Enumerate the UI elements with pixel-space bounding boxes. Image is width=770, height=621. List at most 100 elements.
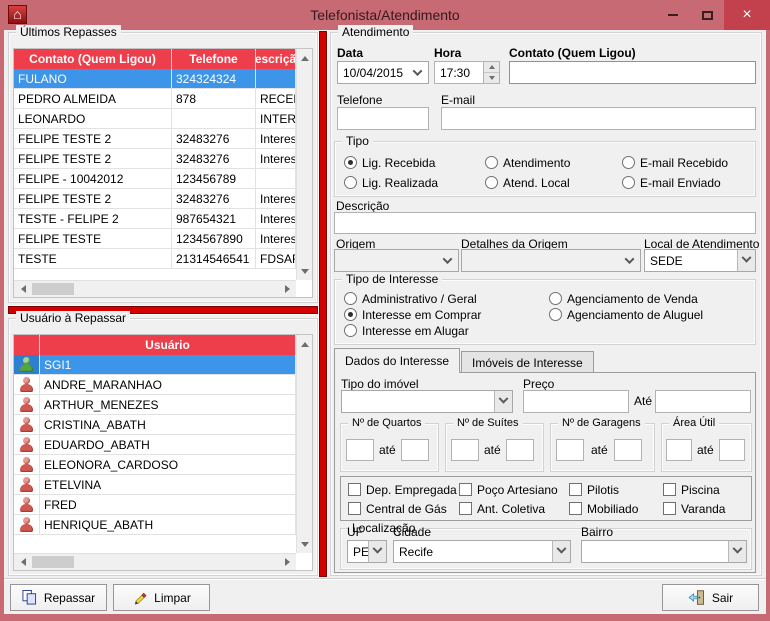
scrollbar-thumb[interactable] (32, 283, 74, 295)
area-de-input[interactable] (666, 439, 692, 461)
table-row[interactable]: FELIPE TESTE 1234567890 Interes (14, 229, 296, 249)
checkbox-label: Central de Gás (366, 502, 447, 516)
radio-interesse-alugar[interactable]: Interesse em Alugar (344, 323, 469, 338)
repassar-button[interactable]: Repassar (10, 584, 107, 611)
tipo-imovel-combobox[interactable] (341, 390, 513, 413)
table-row[interactable]: TESTE 21314546541 FDSAF (14, 249, 296, 269)
checkbox-piscina[interactable]: Piscina (663, 482, 720, 497)
combo-arrow-button[interactable] (728, 541, 746, 562)
scrollbar-thumb[interactable] (32, 556, 74, 568)
column-header-descricao[interactable]: escriçã (256, 49, 296, 69)
telefone-input[interactable] (337, 107, 429, 130)
close-button[interactable]: × (724, 0, 770, 30)
hora-spinner[interactable]: 17:30 (434, 61, 500, 84)
vertical-scrollbar[interactable] (296, 49, 312, 280)
uf-combobox[interactable]: PE (347, 540, 387, 563)
column-header-user-icon[interactable] (14, 335, 40, 355)
scroll-left-icon[interactable] (16, 281, 30, 297)
minimize-button[interactable] (656, 0, 690, 30)
list-item[interactable]: CRISTINA_ABATH (14, 415, 296, 435)
scroll-down-icon[interactable] (297, 264, 313, 278)
combo-arrow-button[interactable] (737, 250, 755, 271)
table-row[interactable]: FULANO 324324324 (14, 69, 296, 89)
data-combobox[interactable]: 10/04/2015 (337, 61, 429, 84)
cidade-combobox[interactable]: Recife (393, 540, 571, 563)
radio-administrativo-geral[interactable]: Administrativo / Geral (344, 291, 477, 306)
radio-interesse-comprar[interactable]: Interesse em Comprar (344, 307, 481, 322)
table-row[interactable]: LEONARDO INTERI (14, 109, 296, 129)
scroll-left-icon[interactable] (16, 554, 30, 570)
scroll-up-icon[interactable] (297, 337, 313, 351)
checkbox-pilotis[interactable]: Pilotis (569, 482, 619, 497)
limpar-button[interactable]: Limpar (113, 584, 210, 611)
radio-agenciamento-aluguel[interactable]: Agenciamento de Aluguel (549, 307, 703, 322)
suites-ate-input[interactable] (506, 439, 534, 461)
horizontal-scrollbar[interactable] (14, 553, 296, 570)
garagens-ate-input[interactable] (614, 439, 642, 461)
radio-email-recebido[interactable]: E-mail Recebido (622, 155, 728, 170)
quartos-de-input[interactable] (346, 439, 374, 461)
list-item[interactable]: ELEONORA_CARDOSO (14, 455, 296, 475)
checkbox-ant-coletiva[interactable]: Ant. Coletiva (459, 501, 545, 516)
quartos-ate-input[interactable] (401, 439, 429, 461)
combo-arrow-button[interactable] (494, 391, 512, 412)
list-item[interactable]: HENRIQUE_ABATH (14, 515, 296, 535)
column-header-usuario[interactable]: Usuário (40, 335, 296, 355)
area-ate-input[interactable] (719, 439, 745, 461)
list-item[interactable]: SGI1 (14, 355, 296, 375)
user-icon (19, 377, 34, 392)
spin-down-icon[interactable] (484, 73, 499, 83)
contato-input[interactable] (509, 61, 756, 84)
cell-contato: PEDRO ALMEIDA (14, 89, 172, 108)
radio-agenciamento-venda[interactable]: Agenciamento de Venda (549, 291, 698, 306)
table-row[interactable]: PEDRO ALMEIDA 878 RECEB (14, 89, 296, 109)
preco-de-input[interactable] (523, 390, 629, 413)
horizontal-scrollbar[interactable] (14, 280, 296, 297)
checkbox-central-de-gas[interactable]: Central de Gás (348, 501, 447, 516)
table-row[interactable]: FELIPE - 10042012 123456789 (14, 169, 296, 189)
sair-button[interactable]: Sair (662, 584, 759, 611)
list-item[interactable]: FRED (14, 495, 296, 515)
checkbox-poco-artesiano[interactable]: Poço Artesiano (459, 482, 558, 497)
scroll-right-icon[interactable] (280, 554, 294, 570)
garagens-de-input[interactable] (556, 439, 584, 461)
email-input[interactable] (441, 107, 756, 130)
spin-up-icon[interactable] (484, 62, 499, 73)
checkbox-varanda[interactable]: Varanda (663, 501, 725, 516)
scroll-up-icon[interactable] (297, 51, 313, 65)
vertical-scrollbar[interactable] (296, 335, 312, 553)
origem-combobox[interactable] (334, 249, 459, 272)
column-header-contato[interactable]: Contato (Quem Ligou) (14, 49, 172, 69)
checkbox-dep-empregada[interactable]: Dep. Empregada (348, 482, 457, 497)
tab-imoveis-de-interesse[interactable]: Imóveis de Interesse (461, 351, 594, 373)
scroll-down-icon[interactable] (297, 537, 313, 551)
maximize-button[interactable] (690, 0, 724, 30)
list-item[interactable]: EDUARDO_ABATH (14, 435, 296, 455)
local-atendimento-combobox[interactable]: SEDE (644, 249, 756, 272)
radio-lig-realizada[interactable]: Lig. Realizada (344, 175, 438, 190)
tab-dados-do-interesse[interactable]: Dados do Interesse (334, 348, 460, 373)
list-item[interactable]: ANDRE_MARANHAO (14, 375, 296, 395)
column-header-telefone[interactable]: Telefone (172, 49, 256, 69)
combo-arrow-button[interactable] (552, 541, 570, 562)
list-item[interactable]: ETELVINA (14, 475, 296, 495)
suites-de-input[interactable] (451, 439, 479, 461)
scroll-right-icon[interactable] (280, 281, 294, 297)
bairro-combobox[interactable] (581, 540, 747, 563)
cell-contato: FULANO (14, 69, 172, 88)
detalhes-origem-combobox[interactable] (461, 249, 641, 272)
radio-email-enviado[interactable]: E-mail Enviado (622, 175, 721, 190)
table-row[interactable]: TESTE - FELIPE 2 987654321 Interes (14, 209, 296, 229)
list-item[interactable]: ARTHUR_MENEZES (14, 395, 296, 415)
radio-atendimento[interactable]: Atendimento (485, 155, 570, 170)
radio-atend-local[interactable]: Atend. Local (485, 175, 570, 190)
table-row[interactable]: FELIPE TESTE 2 32483276 Interes (14, 189, 296, 209)
radio-lig-recebida[interactable]: Lig. Recebida (344, 155, 435, 170)
checkbox-mobiliado[interactable]: Mobiliado (569, 501, 638, 516)
usuarios-group: Usuário à Repassar Usuário SGI1 ANDRE_MA… (8, 318, 318, 576)
descricao-input[interactable] (334, 212, 756, 234)
table-row[interactable]: FELIPE TESTE 2 32483276 Interes (14, 149, 296, 169)
table-row[interactable]: FELIPE TESTE 2 32483276 Interes (14, 129, 296, 149)
combo-arrow-button[interactable] (368, 541, 386, 562)
preco-ate-input[interactable] (655, 390, 751, 413)
